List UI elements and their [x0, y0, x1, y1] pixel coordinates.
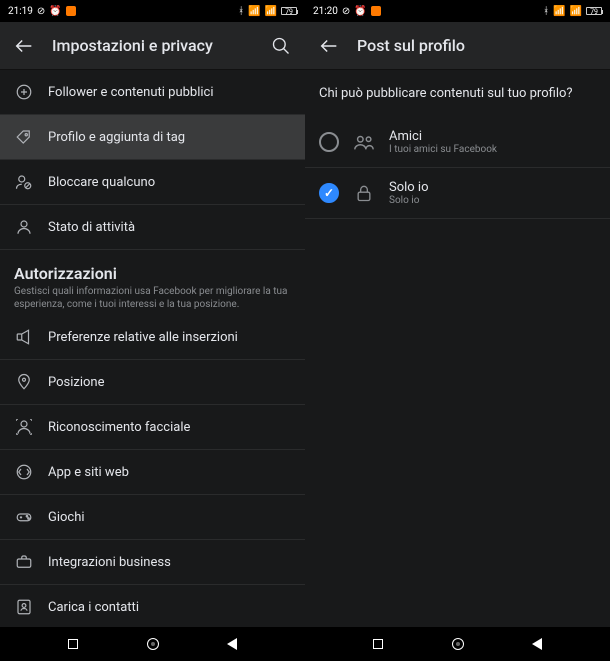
row-business-integrations[interactable]: Integrazioni business: [0, 540, 305, 585]
person-icon: [14, 217, 34, 237]
row-label: Follower e contenuti pubblici: [48, 85, 214, 100]
bluetooth-icon: ᚼ: [238, 6, 244, 17]
search-button[interactable]: [269, 34, 293, 58]
row-face-recognition[interactable]: Riconoscimento facciale: [0, 405, 305, 450]
row-label: App e siti web: [48, 465, 129, 480]
signal-icon-2: 📶: [570, 6, 582, 17]
alarm-icon: ⏰: [49, 6, 61, 17]
bluetooth-icon: ᚼ: [543, 6, 549, 17]
section-subtitle: Gestisci quali informazioni usa Facebook…: [14, 285, 291, 311]
app-header: Impostazioni e privacy: [0, 22, 305, 70]
battery-icon: 79: [281, 7, 297, 15]
status-bar: 21:20 ⊘ ⏰ ᚼ 📶 📶 79: [305, 0, 610, 22]
app-badge: [371, 6, 381, 16]
row-label: Giochi: [48, 510, 85, 525]
option-friends[interactable]: Amici I tuoi amici su Facebook: [305, 117, 610, 168]
radio-unchecked-icon: [319, 132, 339, 152]
option-only-me[interactable]: Solo io Solo io: [305, 168, 610, 219]
option-label: Amici: [389, 129, 497, 144]
page-title: Impostazioni e privacy: [52, 36, 253, 55]
row-ad-preferences[interactable]: Preferenze relative alle inserzioni: [0, 315, 305, 360]
signal-icon: 📶: [553, 6, 565, 17]
android-navbar: [0, 627, 305, 661]
page-title: Post sul profilo: [357, 36, 598, 55]
signal-icon-2: 📶: [265, 6, 277, 17]
face-icon: [14, 417, 34, 437]
section-title: Autorizzazioni: [14, 264, 291, 283]
block-user-icon: [14, 172, 34, 192]
sync-icon: [14, 462, 34, 482]
add-circle-icon: [14, 82, 34, 102]
alarm-icon: ⏰: [354, 6, 366, 17]
row-activity-status[interactable]: Stato di attività: [0, 205, 305, 250]
section-permissions: Autorizzazioni Gestisci quali informazio…: [0, 250, 305, 315]
lock-icon: [353, 182, 375, 204]
option-label: Solo io: [389, 180, 429, 195]
row-label: Stato di attività: [48, 220, 135, 235]
status-bar: 21:19 ⊘ ⏰ ᚼ 📶 📶 79: [0, 0, 305, 22]
nav-back[interactable]: [530, 637, 544, 651]
pin-icon: [14, 372, 34, 392]
screen-settings: 21:19 ⊘ ⏰ ᚼ 📶 📶 79 Impostazioni e privac…: [0, 0, 305, 661]
screen-profile-posts: 21:20 ⊘ ⏰ ᚼ 📶 📶 79 Post sul profilo Chi …: [305, 0, 610, 661]
row-label: Carica i contatti: [48, 600, 139, 615]
tag-icon: [14, 127, 34, 147]
row-apps-websites[interactable]: App e siti web: [0, 450, 305, 495]
row-label: Profilo e aggiunta di tag: [48, 130, 185, 145]
row-block[interactable]: Bloccare qualcuno: [0, 160, 305, 205]
app-badge: [66, 6, 76, 16]
back-button[interactable]: [12, 34, 36, 58]
megaphone-icon: [14, 327, 34, 347]
dnd-icon: ⊘: [342, 6, 350, 17]
row-label: Riconoscimento facciale: [48, 420, 190, 435]
nav-home[interactable]: [146, 637, 160, 651]
row-label: Bloccare qualcuno: [48, 175, 155, 190]
contacts-icon: [14, 597, 34, 617]
briefcase-icon: [14, 552, 34, 572]
row-followers[interactable]: Follower e contenuti pubblici: [0, 70, 305, 115]
battery-icon: 79: [586, 7, 602, 15]
nav-home[interactable]: [451, 637, 465, 651]
status-time: 21:20: [313, 6, 338, 17]
radio-checked-icon: [319, 183, 339, 203]
friends-icon: [353, 131, 375, 153]
row-label: Preferenze relative alle inserzioni: [48, 330, 238, 345]
app-header: Post sul profilo: [305, 22, 610, 70]
gamepad-icon: [14, 507, 34, 527]
status-time: 21:19: [8, 6, 33, 17]
row-games[interactable]: Giochi: [0, 495, 305, 540]
row-profile-tag[interactable]: Profilo e aggiunta di tag: [0, 115, 305, 160]
row-label: Integrazioni business: [48, 555, 171, 570]
dnd-icon: ⊘: [37, 6, 45, 17]
settings-list: Follower e contenuti pubblici Profilo e …: [0, 70, 305, 627]
options-list: Chi può pubblicare contenuti sul tuo pro…: [305, 70, 610, 627]
back-button[interactable]: [317, 34, 341, 58]
question-text: Chi può pubblicare contenuti sul tuo pro…: [305, 70, 610, 117]
nav-back[interactable]: [225, 637, 239, 651]
option-sub: Solo io: [389, 195, 429, 206]
row-upload-contacts[interactable]: Carica i contatti: [0, 585, 305, 627]
nav-recent[interactable]: [66, 637, 80, 651]
nav-recent[interactable]: [371, 637, 385, 651]
android-navbar: [305, 627, 610, 661]
row-label: Posizione: [48, 375, 105, 390]
row-location[interactable]: Posizione: [0, 360, 305, 405]
option-sub: I tuoi amici su Facebook: [389, 144, 497, 155]
signal-icon: 📶: [248, 6, 260, 17]
